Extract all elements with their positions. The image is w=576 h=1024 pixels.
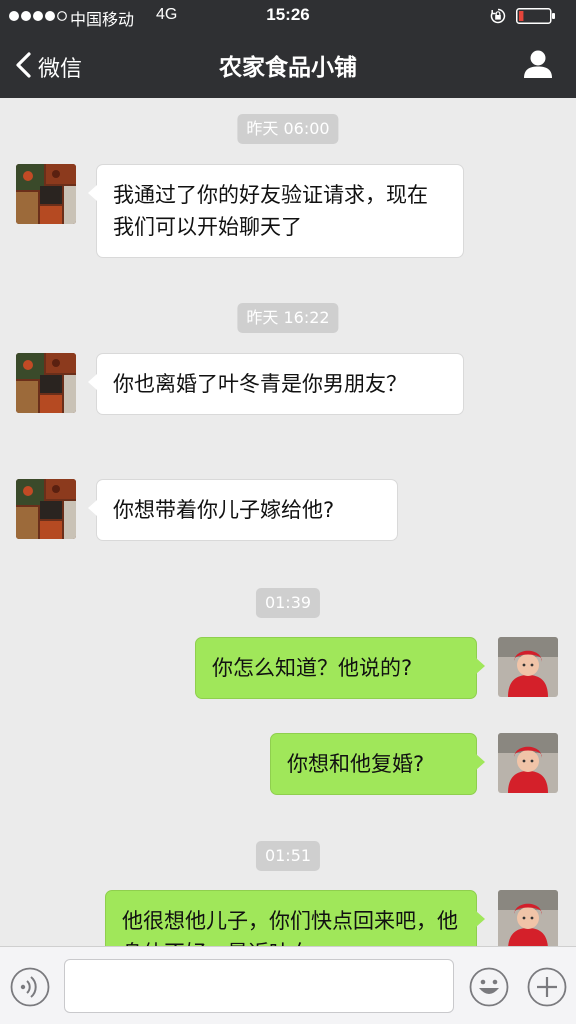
message-input[interactable] <box>64 959 454 1013</box>
plus-icon <box>527 967 567 1007</box>
chat-messages[interactable]: 昨天 06:00 我通过了你的好友验证请求，现在我们可以开始聊天了 昨天 16:… <box>0 98 576 946</box>
my-avatar[interactable] <box>498 890 558 946</box>
chat-title: 农家食品小铺 <box>219 55 357 81</box>
input-toolbar <box>0 946 576 1024</box>
timestamp: 01:39 <box>255 588 321 618</box>
food-collage-image <box>16 164 76 224</box>
sent-message-bubble[interactable]: 你怎么知道？他说的? <box>195 637 485 699</box>
sent-message-bubble[interactable]: 你想和他复婚? <box>270 733 485 795</box>
food-collage-image <box>16 353 76 413</box>
received-message-bubble[interactable]: 我通过了你的好友验证请求，现在我们可以开始聊天了 <box>88 164 464 258</box>
received-message-bubble[interactable]: 你想带着你儿子嫁给他? <box>88 479 398 541</box>
navigation-bar: 微信 农家食品小铺 <box>0 32 576 98</box>
orientation-lock-icon <box>490 8 506 24</box>
child-photo-image <box>498 890 558 946</box>
food-collage-image <box>16 479 76 539</box>
contact-avatar[interactable] <box>16 353 76 413</box>
timestamp: 01:51 <box>255 841 321 871</box>
voice-button[interactable] <box>10 967 50 1007</box>
battery-icon <box>516 8 555 24</box>
my-avatar[interactable] <box>498 733 558 793</box>
person-icon <box>524 50 552 78</box>
child-photo-image <box>498 637 558 697</box>
emoji-button[interactable] <box>469 967 509 1007</box>
timestamp: 昨天 06:00 <box>237 114 339 144</box>
received-message-bubble[interactable]: 你也离婚了叶冬青是你男朋友？ <box>88 353 464 415</box>
my-avatar[interactable] <box>498 637 558 697</box>
timestamp: 昨天 16:22 <box>237 303 339 333</box>
child-photo-image <box>498 733 558 793</box>
contact-avatar[interactable] <box>16 164 76 224</box>
chat-info-button[interactable] <box>522 48 554 80</box>
contact-avatar[interactable] <box>16 479 76 539</box>
more-button[interactable] <box>527 967 567 1007</box>
voice-icon <box>10 967 50 1007</box>
sent-message-bubble[interactable]: 他很想他儿子，你们快点回来吧，他身体不好，最近吐血 <box>105 890 485 946</box>
status-bar: 中国移动 4G 15:26 <box>0 0 576 32</box>
emoji-icon <box>469 967 509 1007</box>
